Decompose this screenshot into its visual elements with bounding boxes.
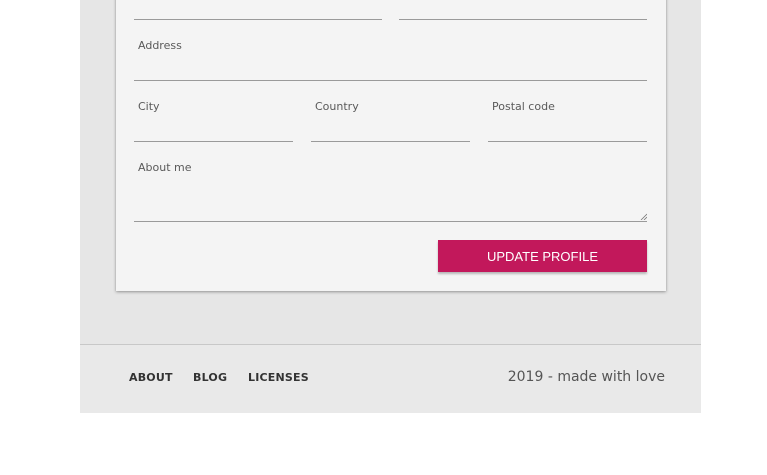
about-me-label: About me: [138, 161, 192, 174]
city-label: City: [138, 100, 160, 113]
about-me-textarea[interactable]: [134, 221, 647, 222]
footer-link-blog[interactable]: BLOG: [193, 371, 227, 384]
footer: ABOUT BLOG LICENSES 2019 - made with lov…: [80, 344, 701, 413]
footer-link-about[interactable]: ABOUT: [129, 371, 173, 384]
profile-card: Address City Country Postal code About m…: [116, 0, 666, 291]
address-input[interactable]: [134, 80, 647, 81]
postal-code-label: Postal code: [492, 100, 555, 113]
address-label: Address: [138, 39, 182, 52]
first-row-right-input[interactable]: [399, 19, 647, 20]
postal-code-input[interactable]: [488, 141, 647, 142]
footer-link-licenses[interactable]: LICENSES: [248, 371, 309, 384]
country-input[interactable]: [311, 141, 470, 142]
update-profile-button[interactable]: UPDATE PROFILE: [438, 240, 647, 272]
city-input[interactable]: [134, 141, 293, 142]
country-label: Country: [315, 100, 359, 113]
content-area: Address City Country Postal code About m…: [80, 0, 701, 413]
copyright-text: 2019 - made with love: [507, 369, 665, 385]
resize-handle-icon[interactable]: [640, 213, 647, 220]
first-row-left-input[interactable]: [134, 19, 382, 20]
